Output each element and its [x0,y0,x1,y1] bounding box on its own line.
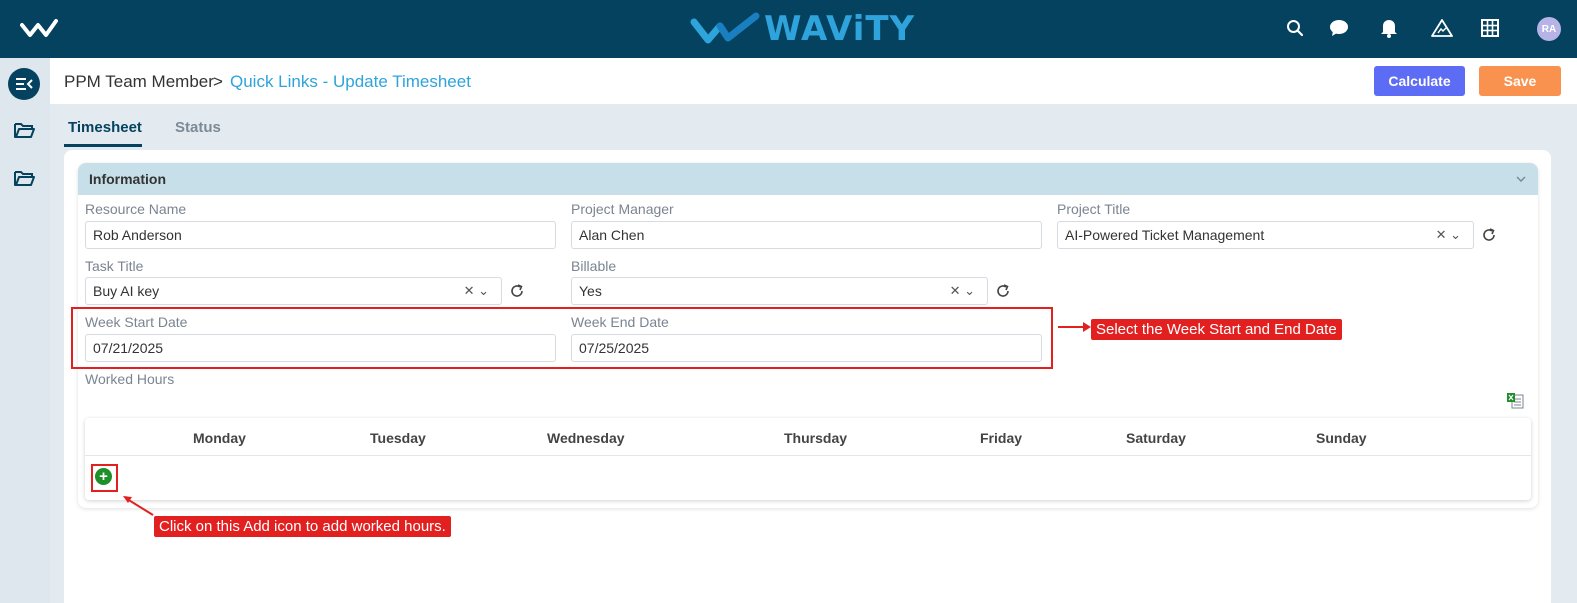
folder-icon[interactable] [13,121,35,139]
refresh-icon[interactable] [1481,227,1497,243]
worked-hours-table: Monday Tuesday Wednesday Thursday Friday… [85,418,1531,500]
project-title-label: Project Title [1057,201,1131,217]
tab-status[interactable]: Status [175,119,221,136]
search-icon[interactable] [1284,17,1306,39]
task-title-value: Buy AI key [93,283,160,299]
page-header: PPM Team Member > Quick Links - Update T… [50,58,1577,104]
sidebar [0,58,50,603]
grid-icon[interactable] [1479,17,1501,39]
breadcrumb-current: Quick Links - Update Timesheet [230,72,471,91]
table-header-divider [85,455,1531,456]
column-header-wednesday: Wednesday [547,430,625,446]
project-manager-label: Project Manager [571,201,674,217]
column-header-saturday: Saturday [1126,430,1186,446]
billable-label: Billable [571,258,617,274]
wavity-logo-icon[interactable] [20,17,58,41]
breadcrumb-separator: > [213,72,223,91]
resource-name-field[interactable]: Rob Anderson [85,221,556,249]
add-row-button[interactable]: + [95,468,112,485]
active-tab-indicator [64,144,142,147]
section-title: Information [89,171,166,187]
folder-icon[interactable] [13,169,35,187]
week-dates-highlight [71,307,1053,369]
sidebar-toggle-button[interactable] [8,68,40,100]
column-header-friday: Friday [980,430,1023,446]
chat-icon[interactable] [1328,17,1350,39]
clear-chevron-icon[interactable]: ✕ ⌄ [1436,227,1461,243]
add-icon-callout: Click on this Add icon to add worked hou… [154,516,451,537]
top-bar: WAViTY RA [0,0,1577,58]
bell-icon[interactable] [1378,17,1400,39]
calculate-button[interactable]: Calculate [1374,66,1465,96]
billable-select[interactable]: Yes ✕ ⌄ [571,277,988,305]
breadcrumb-root[interactable]: PPM Team Member [64,72,214,92]
arrow-right-icon [1058,322,1091,332]
menu-collapse-icon [16,78,33,90]
project-title-value: AI-Powered Ticket Management [1065,227,1265,243]
project-title-select[interactable]: AI-Powered Ticket Management ✕ ⌄ [1057,221,1474,249]
excel-export-icon[interactable] [1506,392,1524,410]
column-header-sunday: Sunday [1316,430,1367,446]
information-section-header[interactable]: Information [78,163,1538,195]
column-header-tuesday: Tuesday [370,430,426,446]
clear-chevron-icon[interactable]: ✕ ⌄ [950,283,975,299]
column-header-thursday: Thursday [784,430,848,446]
column-header-monday: Monday [193,430,246,446]
refresh-icon[interactable] [509,283,525,299]
clear-chevron-icon[interactable]: ✕ ⌄ [464,283,489,299]
resource-name-value: Rob Anderson [93,227,182,243]
resource-name-label: Resource Name [85,201,187,217]
brand-mark-icon [690,12,760,44]
tab-timesheet[interactable]: Timesheet [68,119,142,136]
refresh-icon[interactable] [995,283,1011,299]
project-manager-value: Alan Chen [579,227,645,243]
worked-hours-label: Worked Hours [85,371,175,387]
billable-value: Yes [579,283,602,299]
project-manager-field[interactable]: Alan Chen [571,221,1042,249]
brand-name: WAViTY [764,9,916,49]
arrow-pointer-icon [123,496,154,516]
chevron-down-icon[interactable] [1515,173,1527,185]
alert-triangle-icon[interactable] [1431,17,1453,39]
brand-logo: WAViTY [690,9,915,49]
save-button[interactable]: Save [1479,66,1561,96]
week-dates-callout: Select the Week Start and End Date [1091,319,1342,340]
user-avatar[interactable]: RA [1537,17,1561,41]
task-title-label: Task Title [85,258,144,274]
task-title-select[interactable]: Buy AI key ✕ ⌄ [85,277,502,305]
